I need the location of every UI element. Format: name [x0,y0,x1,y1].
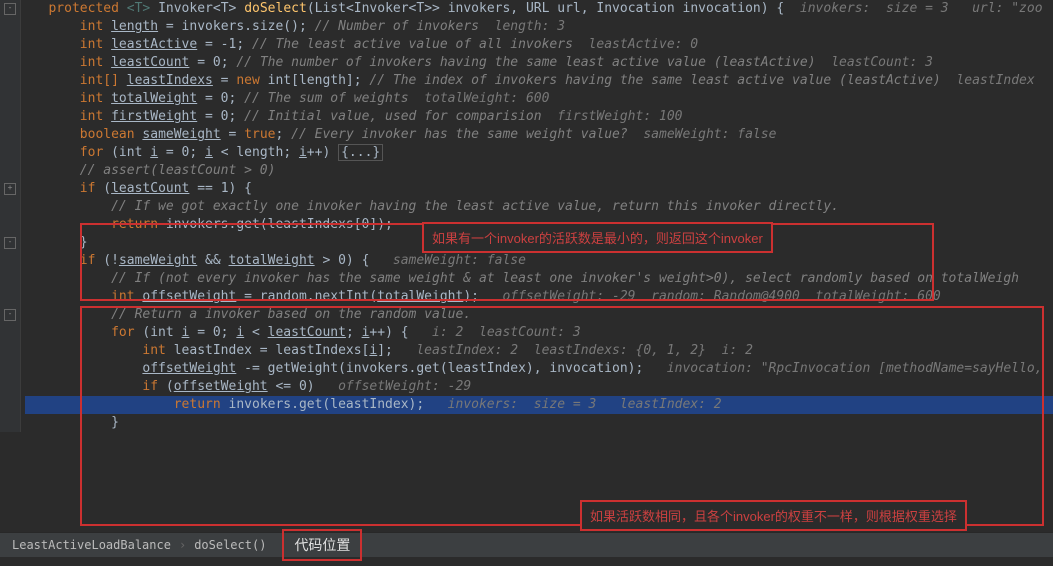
comment: // The least active value of all invoker… [252,37,573,52]
breadcrumb-class[interactable]: LeastActiveLoadBalance [4,536,179,554]
current-line: return invokers.get(leastIndex); invoker… [25,396,1053,414]
keyword: boolean [80,127,135,142]
code-editor: - + - - protected <T> Invoker<T> doSelec… [0,0,1053,557]
keyword: if [80,253,96,268]
var: firstWeight [111,109,197,124]
inline-hint: leastActive: 0 [573,37,698,52]
method-name: doSelect [244,1,307,16]
gutter[interactable]: - + - - [0,0,21,432]
var: leastIndexs [127,73,213,88]
comment: // The index of invokers having the same… [369,73,940,88]
keyword: return [111,217,158,232]
inline-hint: offsetWeight: -29 [315,379,472,394]
keyword: int [80,91,103,106]
inline-hint: totalWeight: 600 [409,91,550,106]
var: leastActive [111,37,197,52]
inline-hint: leastCount: 3 [816,55,933,70]
keyword: int[] [80,73,119,88]
code-lines[interactable]: protected <T> Invoker<T> doSelect(List<I… [0,0,1053,432]
folded-block[interactable]: {...} [338,144,383,161]
inline-hint: invocation: "RpcInvocation [methodName=s… [643,361,1042,376]
fold-icon[interactable]: - [4,309,16,321]
annotation-label-2: 如果活跃数相同，且各个invoker的权重不一样，则根据权重选择 [580,500,967,531]
comment: // Initial value, used for comparision [244,109,541,124]
keyword: int [80,19,103,34]
inline-hint: invokers: size = 3 url: "zoo [784,1,1042,16]
var: length [111,19,158,34]
params: (List<Invoker<T>> invokers, URL url, Inv… [307,1,784,16]
comment: // If we got exactly one invoker having … [111,199,839,214]
keyword: if [80,181,96,196]
footer-annotation: 代码位置 [282,529,362,561]
annotation-label-1: 如果有一个invoker的活跃数是最小的，则返回这个invoker [422,222,773,253]
keyword: int [80,109,103,124]
breadcrumb-method[interactable]: doSelect() [186,536,274,554]
comment: // If (not every invoker has the same we… [111,271,1019,286]
inline-hint: length: 3 [479,19,565,34]
fold-icon[interactable]: - [4,3,16,15]
var: sameWeight [142,127,220,142]
inline-hint: firstWeight: 100 [542,109,683,124]
comment: // assert(leastCount > 0) [80,163,276,178]
comment: // The sum of weights [244,91,408,106]
inline-hint: leastIndex: 2 leastIndexs: {0, 1, 2} i: … [393,343,753,358]
inline-hint: sameWeight: false [628,127,777,142]
breadcrumb: LeastActiveLoadBalance › doSelect() 代码位置 [0,532,1053,557]
var: leastCount [111,55,189,70]
generic: <T> [127,1,150,16]
keyword: for [80,145,103,160]
comment: // The number of invokers having the sam… [236,55,815,70]
comment: // Number of invokers [315,19,479,34]
fold-icon[interactable]: + [4,183,16,195]
code-area[interactable]: - + - - protected <T> Invoker<T> doSelec… [0,0,1053,432]
inline-hint: i: 2 leastCount: 3 [409,325,581,340]
comment: // Every invoker has the same weight val… [291,127,628,142]
inline-hint: invokers: size = 3 leastIndex: 2 [424,397,721,412]
keyword: int [80,55,103,70]
keyword: protected [48,1,118,16]
type: Invoker<T> [158,1,236,16]
inline-hint: offsetWeight: -29 random: Random@4900 to… [479,289,941,304]
inline-hint: sameWeight: false [369,253,526,268]
fold-icon[interactable]: - [4,237,16,249]
keyword: int [80,37,103,52]
chevron-right-icon: › [179,538,186,552]
var: totalWeight [111,91,197,106]
inline-hint: leastIndex [941,73,1035,88]
comment: // Return a invoker based on the random … [111,307,471,322]
